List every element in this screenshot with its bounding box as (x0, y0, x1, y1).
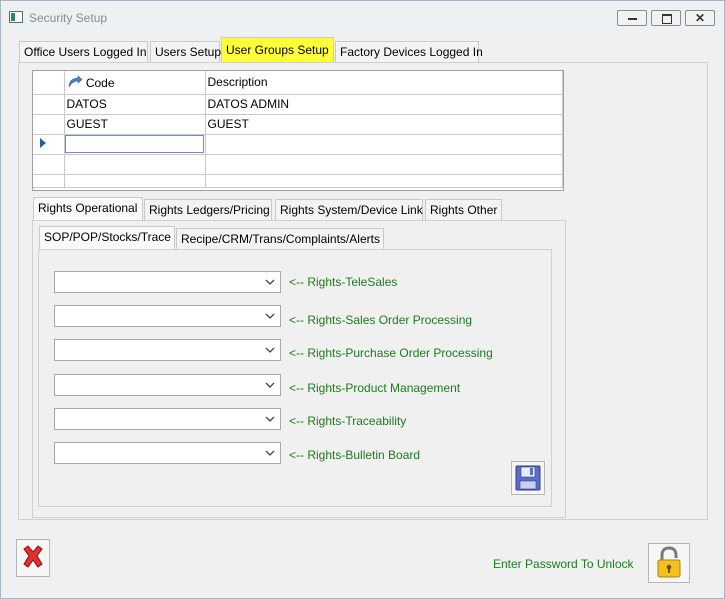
column-header-code-label: Code (85, 75, 115, 90)
rights-bulletin-board-label: <-- Rights-Bulletin Board (289, 448, 421, 462)
table-row[interactable]: DATOS DATOS ADMIN (33, 94, 563, 115)
row-pointer-icon (40, 138, 46, 148)
chevron-down-icon (265, 313, 275, 319)
unlock-hint-label: Enter Password To Unlock (493, 557, 634, 571)
empty-row (33, 154, 563, 175)
tab-rights-other[interactable]: Rights Other (425, 199, 502, 221)
tab-recipe-crm-trans-complaints-alerts[interactable]: Recipe/CRM/Trans/Complaints/Alerts (176, 228, 384, 250)
empty-row (33, 174, 563, 188)
minimize-icon (618, 11, 646, 25)
tab-user-groups-setup[interactable]: User Groups Setup (221, 37, 334, 63)
title-bar[interactable]: Security Setup ✕ (1, 1, 724, 35)
rights-purchase-order-processing-label: <-- Rights-Purchase Order Processing (289, 346, 493, 360)
rights-traceability-label: <-- Rights-Traceability (289, 414, 407, 428)
tab-factory-devices-logged-in[interactable]: Factory Devices Logged In (335, 41, 483, 63)
cell-description[interactable]: DATOS ADMIN (205, 94, 563, 115)
cell-description[interactable]: GUEST (205, 114, 563, 135)
rights-sales-order-processing-label: <-- Rights-Sales Order Processing (289, 313, 473, 327)
unlock-button[interactable] (648, 543, 690, 583)
rights-traceability-select[interactable] (54, 408, 281, 430)
new-row[interactable] (33, 134, 563, 155)
row-indicator[interactable] (33, 114, 65, 135)
tab-office-users-logged-in[interactable]: Office Users Logged In (19, 41, 148, 63)
row-indicator-header (33, 71, 65, 95)
chevron-down-icon (265, 279, 275, 285)
app-icon (9, 11, 23, 23)
empty-cell (33, 174, 65, 188)
empty-cell (205, 174, 563, 188)
chevron-down-icon (265, 382, 275, 388)
rights-telesales-label: <-- Rights-TeleSales (289, 275, 398, 289)
rights-product-management-select[interactable] (54, 374, 281, 396)
maximize-button[interactable] (651, 10, 681, 26)
maximize-icon (652, 11, 680, 25)
security-setup-window: Security Setup ✕ Office Users Logged In … (0, 0, 725, 599)
empty-cell (33, 154, 65, 175)
tab-sop-pop-stocks-trace[interactable]: SOP/POP/Stocks/Trace (39, 226, 175, 250)
tab-rights-ledgers-pricing[interactable]: Rights Ledgers/Pricing (144, 199, 272, 221)
cell-code[interactable]: GUEST (64, 114, 206, 135)
padlock-icon (657, 546, 681, 578)
tab-users-setup[interactable]: Users Setup (150, 41, 221, 63)
table-row[interactable]: GUEST GUEST (33, 114, 563, 135)
column-header-description[interactable]: Description (205, 71, 563, 95)
cell-description-new[interactable] (205, 134, 563, 155)
rights-purchase-order-processing-select[interactable] (54, 339, 281, 361)
rights-bulletin-board-select[interactable] (54, 442, 281, 464)
row-indicator-current[interactable] (33, 134, 65, 155)
delete-button[interactable] (16, 539, 50, 577)
save-button[interactable] (511, 461, 545, 495)
chevron-down-icon (265, 450, 275, 456)
user-groups-grid[interactable]: Code Description DATOS DATOS ADMIN GUEST… (32, 70, 564, 191)
sort-arrow-icon (68, 75, 82, 87)
column-header-code[interactable]: Code (64, 71, 206, 95)
empty-cell (64, 174, 206, 188)
minimize-button[interactable] (617, 10, 647, 26)
empty-cell (64, 154, 206, 175)
grid-header-row: Code Description (33, 71, 563, 95)
save-icon (515, 465, 541, 491)
chevron-down-icon (265, 416, 275, 422)
close-icon: ✕ (694, 11, 706, 25)
tab-rights-operational[interactable]: Rights Operational (33, 197, 143, 221)
close-button[interactable]: ✕ (685, 10, 715, 26)
chevron-down-icon (265, 347, 275, 353)
rights-sales-order-processing-select[interactable] (54, 305, 281, 327)
window-title: Security Setup (29, 11, 108, 25)
delete-icon (23, 545, 43, 568)
cell-code[interactable]: DATOS (64, 94, 206, 115)
tab-rights-system-device-link[interactable]: Rights System/Device Link (275, 199, 423, 221)
empty-cell (205, 154, 563, 175)
row-indicator[interactable] (33, 94, 65, 115)
cell-code-new[interactable] (64, 134, 206, 155)
rights-product-management-label: <-- Rights-Product Management (289, 381, 461, 395)
rights-telesales-select[interactable] (54, 271, 281, 293)
